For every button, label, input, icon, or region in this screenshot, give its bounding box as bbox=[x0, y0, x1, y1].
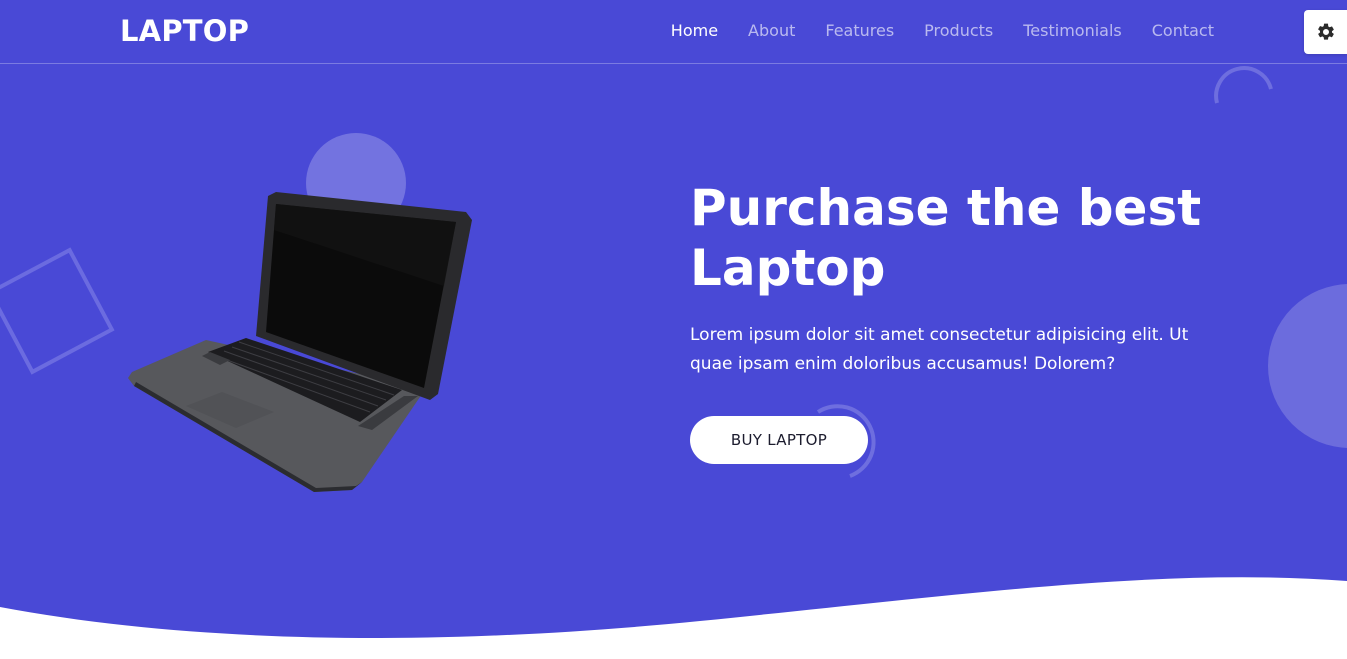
bottom-wave bbox=[0, 577, 1347, 659]
laptop-image bbox=[128, 192, 472, 492]
gear-icon bbox=[1317, 23, 1334, 40]
nav-link-about[interactable]: About bbox=[748, 21, 795, 40]
nav-link-features[interactable]: Features bbox=[825, 21, 894, 40]
deco-arc-top-right bbox=[1214, 66, 1273, 104]
hero-description-line-2: quae ipsam enim doloribus accusamus! Dol… bbox=[690, 354, 1116, 374]
page: LAPTOP Home About Features Products Test… bbox=[0, 0, 1347, 659]
hero-description-line-1: Lorem ipsum dolor sit amet consectetur a… bbox=[690, 325, 1189, 345]
nav-link-contact[interactable]: Contact bbox=[1152, 21, 1214, 40]
nav-link-products[interactable]: Products bbox=[924, 21, 993, 40]
buy-laptop-button[interactable]: BUY LAPTOP bbox=[690, 416, 868, 464]
hero-title: Purchase the best Laptop bbox=[690, 178, 1290, 298]
brand-logo[interactable]: LAPTOP bbox=[120, 14, 249, 48]
nav-link-home[interactable]: Home bbox=[671, 21, 718, 40]
hero-title-line-2: Laptop bbox=[690, 239, 886, 297]
nav-link-testimonials[interactable]: Testimonials bbox=[1023, 21, 1122, 40]
deco-circle-right bbox=[1268, 284, 1347, 448]
deco-square-outline bbox=[0, 247, 115, 375]
main-nav: Home About Features Products Testimonial… bbox=[671, 21, 1214, 40]
hero-description: Lorem ipsum dolor sit amet consectetur a… bbox=[690, 321, 1250, 379]
hero-title-line-1: Purchase the best bbox=[690, 179, 1202, 237]
settings-button[interactable] bbox=[1304, 10, 1347, 54]
top-navbar: LAPTOP Home About Features Products Test… bbox=[0, 0, 1347, 64]
